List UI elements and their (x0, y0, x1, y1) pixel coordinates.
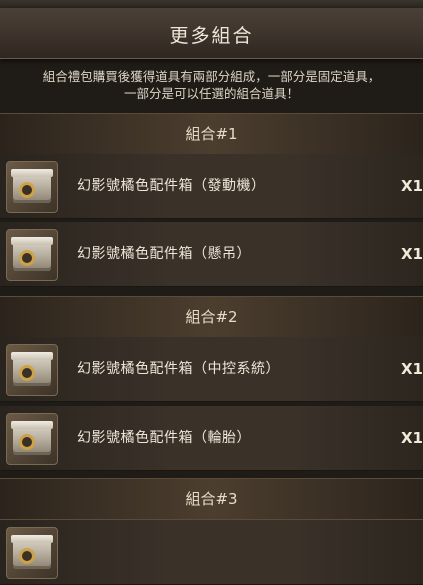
item-quantity: X1 (400, 245, 423, 263)
list-item-group1-suspension[interactable]: 幻影號橘色配件箱（懸吊） X1 (0, 222, 423, 287)
page-title: 更多組合 (169, 25, 254, 47)
parts-crate-icon (6, 413, 58, 465)
title-bar: 更多組合 (0, 8, 423, 59)
list-item-group1-engine[interactable]: 幻影號橘色配件箱（發動機） X1 (0, 154, 423, 219)
item-name: 幻影號橘色配件箱（發動機） (77, 178, 266, 194)
parts-crate-icon (6, 161, 58, 213)
list-item-group2-tires[interactable]: 幻影號橘色配件箱（輪胎） X1 (0, 406, 423, 471)
list-item-group3-partial[interactable] (0, 520, 423, 585)
item-name: 幻影號橘色配件箱（懸吊） (77, 246, 251, 262)
item-quantity: X1 (400, 360, 423, 378)
group-header-1: 組合#1 (0, 113, 423, 155)
parts-crate-icon (6, 527, 58, 579)
item-name: 幻影號橘色配件箱（輪胎） (77, 430, 251, 446)
description-line-2: 一部分是可以任選的組合道具！ (123, 86, 299, 101)
description: 組合禮包購買後獲得道具有兩部分組成，一部分是固定道具， 一部分是可以任選的組合道… (0, 60, 423, 110)
item-quantity: X1 (400, 177, 423, 195)
description-line-1: 組合禮包購買後獲得道具有兩部分組成，一部分是固定道具， (42, 69, 381, 84)
group-header-3: 組合#3 (0, 478, 423, 520)
group-header-2: 組合#2 (0, 296, 423, 338)
parts-crate-icon (6, 229, 58, 281)
item-name: 幻影號橘色配件箱（中控系統） (77, 361, 280, 377)
top-edge (0, 0, 423, 8)
item-quantity: X1 (400, 429, 423, 447)
parts-crate-icon (6, 344, 58, 396)
list-item-group2-control-system[interactable]: 幻影號橘色配件箱（中控系統） X1 (0, 337, 423, 402)
